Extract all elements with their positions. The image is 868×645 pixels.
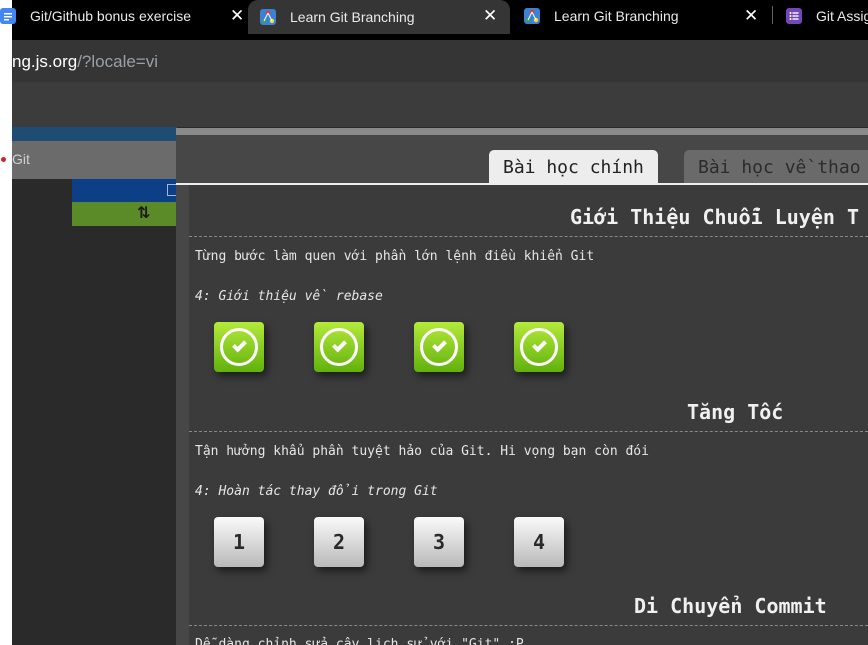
- tab-remote-lessons[interactable]: Bài học về thao: [684, 150, 868, 185]
- sequence-list: Giới Thiệu Chuỗi Luyện T Từng bước làm q…: [189, 185, 868, 645]
- sequence-divider: [189, 625, 868, 626]
- swap-vertical-icon: ⇅: [137, 203, 151, 222]
- background-command-bar: [72, 179, 177, 202]
- level-button-intro-3[interactable]: [414, 322, 464, 372]
- tab-title: Git/Github bonus exercise: [30, 7, 192, 24]
- level-button-rampup-2[interactable]: 2: [314, 517, 364, 567]
- app-toolbar: [12, 82, 868, 127]
- tab-title: Git Assig: [816, 7, 868, 24]
- sequence-title: Di Chuyển Commit: [634, 594, 827, 618]
- tab-separator: [772, 6, 773, 24]
- level-button-rampup-3[interactable]: 3: [414, 517, 464, 567]
- tab-title: Learn Git Branching: [290, 9, 415, 25]
- close-tab-icon[interactable]: ✕: [744, 6, 758, 26]
- background-header-strip: [12, 127, 177, 141]
- level-button-intro-2[interactable]: [314, 322, 364, 372]
- check-circle-icon: [520, 328, 558, 366]
- close-tab-icon[interactable]: ✕: [483, 6, 497, 26]
- check-circle-icon: [420, 328, 458, 366]
- sequence-description: Từng bước làm quen với phần lớn lệnh điề…: [195, 249, 595, 264]
- sequence-subtitle: 4: Hoàn tác thay đổi trong Git: [195, 484, 438, 499]
- red-dot-icon: [1, 157, 6, 162]
- sequence-title: Giới Thiệu Chuỗi Luyện T: [570, 205, 859, 229]
- level-select-modal: Bài học chính Bài học về thao Giới Thiệu…: [176, 128, 868, 645]
- level-button-intro-1[interactable]: [214, 322, 264, 372]
- level-button-rampup-1[interactable]: 1: [214, 517, 264, 567]
- forms-icon: [786, 7, 802, 24]
- url-host: ng.js.org: [12, 52, 78, 71]
- level-button-intro-4[interactable]: [514, 322, 564, 372]
- sequence-subtitle: 4: Giới thiệu về rebase: [195, 289, 383, 304]
- address-bar[interactable]: ng.js.org/?locale=vi: [12, 40, 868, 82]
- background-command-button[interactable]: [72, 202, 177, 226]
- learngit-icon: [524, 7, 540, 24]
- browser-tab-git-assignment[interactable]: Git Assig: [786, 0, 868, 31]
- page-left-edge: [0, 0, 12, 645]
- close-tab-icon[interactable]: ✕: [230, 6, 244, 26]
- browser-tab-bar: Git/Github bonus exercise ✕ Learn Git Br…: [0, 0, 868, 40]
- sequence-divider: [189, 236, 868, 237]
- check-circle-icon: [320, 328, 358, 366]
- tab-main-lessons[interactable]: Bài học chính: [489, 150, 658, 185]
- sequence-description: Dễ dàng chỉnh sửa cây lịch sử với "Git" …: [195, 637, 524, 645]
- learngit-icon: [260, 9, 276, 25]
- docs-icon: [0, 7, 16, 24]
- browser-tab-learn-git-branching[interactable]: Learn Git Branching ✕: [510, 0, 772, 31]
- sequence-title: Tăng Tốc: [687, 400, 784, 424]
- url-text[interactable]: ng.js.org/?locale=vi: [12, 52, 158, 72]
- url-path: /?locale=vi: [77, 52, 159, 71]
- browser-tab-learn-git-branching-active[interactable]: Learn Git Branching ✕: [248, 0, 510, 34]
- sequence-description: Tận hưởng khẩu phần tuyệt hảo của Git. H…: [195, 444, 649, 459]
- background-panel-label: Git: [12, 151, 30, 167]
- sequence-divider: [189, 431, 868, 432]
- background-panel: [12, 141, 177, 179]
- check-circle-icon: [220, 328, 258, 366]
- browser-tab-git-github-bonus[interactable]: Git/Github bonus exercise ✕: [0, 0, 246, 31]
- tab-title: Learn Git Branching: [554, 7, 679, 24]
- level-button-rampup-4[interactable]: 4: [514, 517, 564, 567]
